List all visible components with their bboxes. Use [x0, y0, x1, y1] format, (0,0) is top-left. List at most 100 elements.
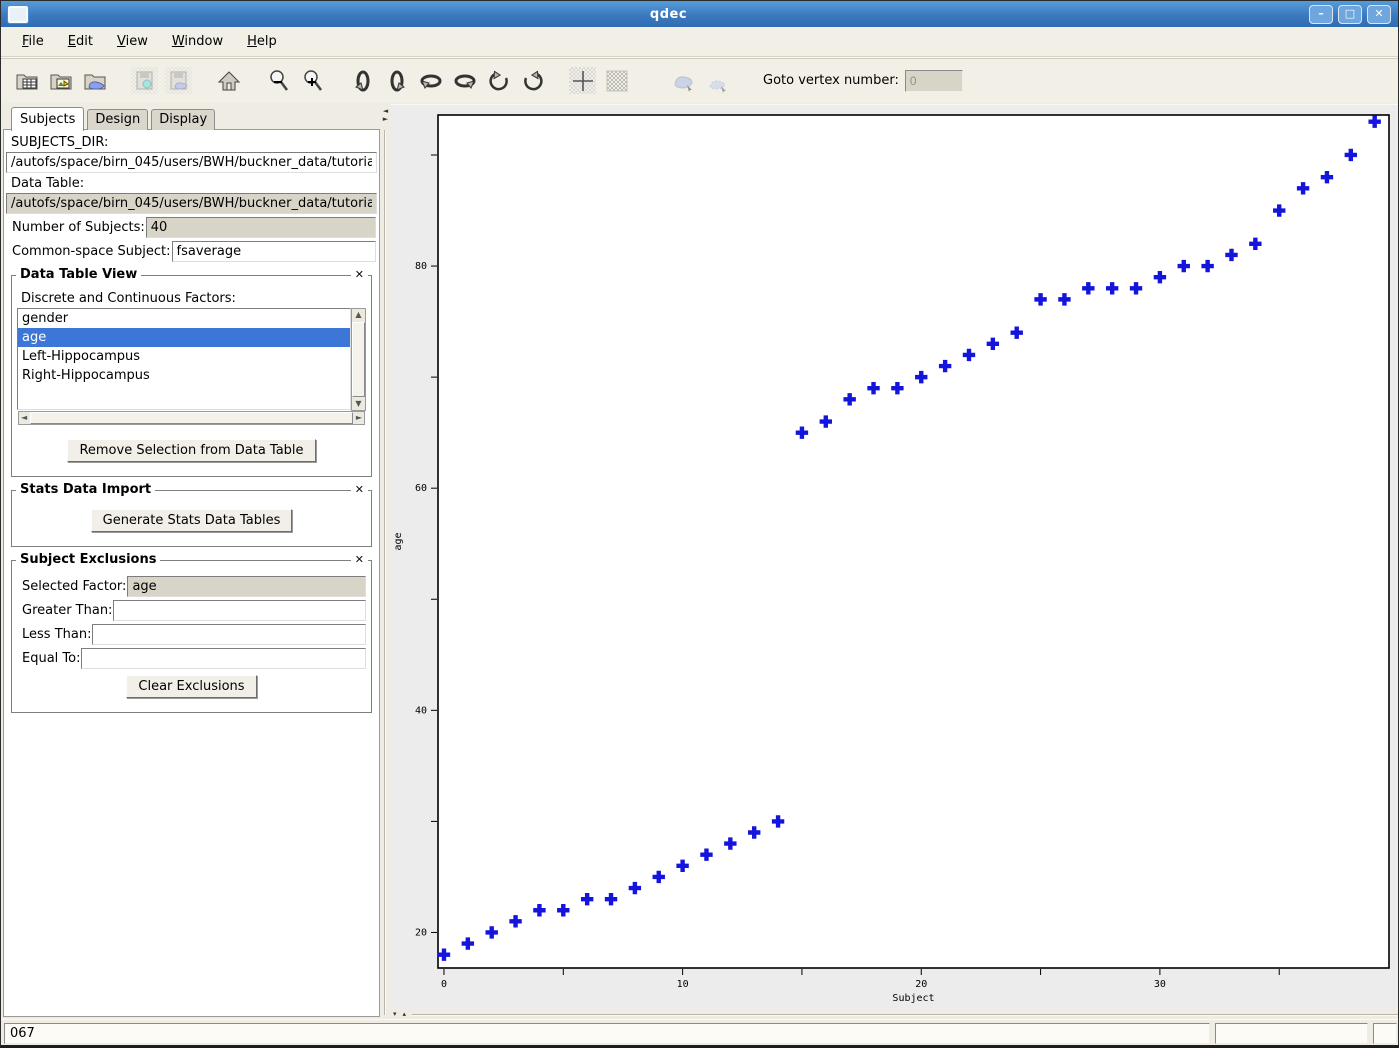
roll-clockwise-icon[interactable]: [519, 67, 546, 94]
splitter-groove: [412, 1014, 1399, 1016]
rotate-up-icon[interactable]: [349, 67, 376, 94]
list-item-factor-gender[interactable]: gender: [18, 309, 350, 328]
open-project-icon[interactable]: [47, 67, 74, 94]
tab-design[interactable]: Design: [87, 109, 148, 130]
scatter-plot-panel[interactable]: 010203020406080Subjectage: [391, 104, 1399, 1010]
splitter-collapse-left-icon[interactable]: ◄: [383, 108, 388, 115]
plot-area[interactable]: [438, 115, 1389, 968]
show-curvature-icon: [669, 67, 696, 94]
open-data-table-icon[interactable]: [13, 67, 40, 94]
scroll-right-icon[interactable]: ►: [354, 412, 364, 424]
roll-counterclockwise-icon[interactable]: [485, 67, 512, 94]
remove-selection-button[interactable]: Remove Selection from Data Table: [67, 439, 315, 462]
rotate-down-icon[interactable]: [383, 67, 410, 94]
factors-listwrap: genderageLeft-HippocampusRight-Hippocamp…: [17, 308, 366, 425]
factors-vscrollbar[interactable]: ▲ ▼: [351, 308, 366, 411]
splitter-collapse-up-icon[interactable]: ▴: [403, 1011, 407, 1018]
tabstrip: SubjectsDesignDisplay: [4, 105, 215, 130]
statusbar: 067: [1, 1019, 1399, 1046]
factors-hscrollbar[interactable]: ◄ ►: [18, 411, 365, 425]
common-space-label: Common-space Subject:: [12, 244, 171, 259]
rotate-right-icon[interactable]: [451, 67, 478, 94]
status-message: 067: [4, 1023, 1210, 1044]
save-data-table-icon: [131, 67, 158, 94]
x-tick-label: 20: [915, 979, 927, 990]
num-subjects-label: Number of Subjects:: [12, 220, 145, 235]
horizontal-splitter[interactable]: ▾ ▴: [391, 1010, 1399, 1019]
titlebar: qdec – □ ✕: [1, 1, 1398, 27]
vertical-splitter[interactable]: ◄ ►: [380, 104, 391, 1017]
x-axis-label: Subject: [892, 993, 934, 1004]
y-tick-label: 40: [415, 705, 427, 716]
subjects-dir-input[interactable]: [6, 152, 377, 173]
x-tick-label: 30: [1154, 979, 1166, 990]
less-than-input[interactable]: [92, 624, 366, 645]
window-title: qdec: [28, 7, 1309, 22]
factors-label: Discrete and Continuous Factors:: [21, 291, 362, 306]
home-reset-view-icon[interactable]: [215, 67, 242, 94]
status-progress-field: [1215, 1023, 1368, 1044]
status-grip-field: [1373, 1023, 1397, 1044]
age-vs-subject-scatter-chart[interactable]: 010203020406080Subjectage: [391, 105, 1399, 1011]
list-item-factor-left-hippocampus[interactable]: Left-Hippocampus: [18, 347, 350, 366]
less-than-label: Less Than:: [22, 627, 91, 642]
factors-listbox[interactable]: genderageLeft-HippocampusRight-Hippocamp…: [17, 308, 351, 410]
rotate-left-icon[interactable]: [417, 67, 444, 94]
tab-subjects[interactable]: Subjects: [11, 107, 84, 131]
equal-to-input[interactable]: [81, 648, 366, 669]
goto-vertex-label: Goto vertex number:: [763, 73, 899, 88]
hscroll-thumb[interactable]: [30, 412, 353, 424]
subject-exclusions-close-icon[interactable]: ✕: [351, 553, 368, 566]
window-controls: – □ ✕: [1309, 5, 1391, 24]
show-overlay-icon: [703, 67, 730, 94]
close-button[interactable]: ✕: [1367, 5, 1391, 24]
num-subjects-input: [146, 217, 376, 238]
menu-file[interactable]: File: [13, 30, 53, 53]
common-space-input[interactable]: [172, 241, 377, 262]
clear-exclusions-button[interactable]: Clear Exclusions: [126, 675, 256, 698]
y-tick-label: 60: [415, 483, 427, 494]
scroll-down-icon[interactable]: ▼: [353, 398, 363, 410]
toolbar: Goto vertex number:: [1, 57, 1398, 103]
minimize-button[interactable]: –: [1309, 5, 1333, 24]
splitter-collapse-down-icon[interactable]: ▾: [393, 1011, 397, 1018]
generate-stats-button[interactable]: Generate Stats Data Tables: [91, 509, 293, 532]
selected-factor-input: [127, 576, 366, 597]
y-tick-label: 80: [415, 261, 427, 272]
x-tick-label: 10: [677, 979, 689, 990]
splitter-collapse-right-icon[interactable]: ►: [383, 116, 388, 123]
data-table-input: [6, 193, 377, 214]
stats-data-import-group: Stats Data Import ✕ Generate Stats Data …: [11, 490, 372, 547]
subject-exclusions-group: Subject Exclusions ✕ Selected Factor: Gr…: [11, 560, 372, 713]
crosshair-pick-icon[interactable]: [569, 67, 596, 94]
menu-window[interactable]: Window: [163, 30, 232, 53]
vscroll-thumb[interactable]: [352, 322, 365, 397]
data-table-label: Data Table:: [11, 176, 372, 191]
greater-than-input[interactable]: [113, 600, 366, 621]
menu-help[interactable]: Help: [238, 30, 286, 53]
menu-edit[interactable]: Edit: [59, 30, 102, 53]
maximize-button[interactable]: □: [1338, 5, 1362, 24]
y-axis-label: age: [393, 532, 404, 550]
stats-data-import-title: Stats Data Import: [16, 482, 155, 497]
zoom-in-icon[interactable]: [299, 67, 326, 94]
tab-display[interactable]: Display: [151, 109, 215, 130]
subjects-panel: SUBJECTS_DIR: Data Table: Number of Subj…: [3, 129, 380, 1017]
subjects-dir-label: SUBJECTS_DIR:: [11, 135, 372, 150]
data-table-view-close-icon[interactable]: ✕: [351, 268, 368, 281]
scroll-up-icon[interactable]: ▲: [353, 309, 363, 321]
menu-view[interactable]: View: [108, 30, 157, 53]
zoom-out-icon[interactable]: [265, 67, 292, 94]
stats-data-import-close-icon[interactable]: ✕: [351, 483, 368, 496]
window-menu-icon[interactable]: [8, 6, 28, 23]
screenshot-icon: [603, 67, 630, 94]
selected-factor-label: Selected Factor:: [22, 579, 126, 594]
greater-than-label: Greater Than:: [22, 603, 112, 618]
scroll-left-icon[interactable]: ◄: [19, 412, 29, 424]
list-item-factor-age[interactable]: age: [18, 328, 350, 347]
open-surface-icon[interactable]: [81, 67, 108, 94]
equal-to-label: Equal To:: [22, 651, 80, 666]
goto-vertex-input[interactable]: [905, 70, 963, 92]
qdec-window: qdec – □ ✕ File Edit View Window Help: [0, 0, 1399, 1048]
list-item-factor-right-hippocampus[interactable]: Right-Hippocampus: [18, 366, 350, 385]
